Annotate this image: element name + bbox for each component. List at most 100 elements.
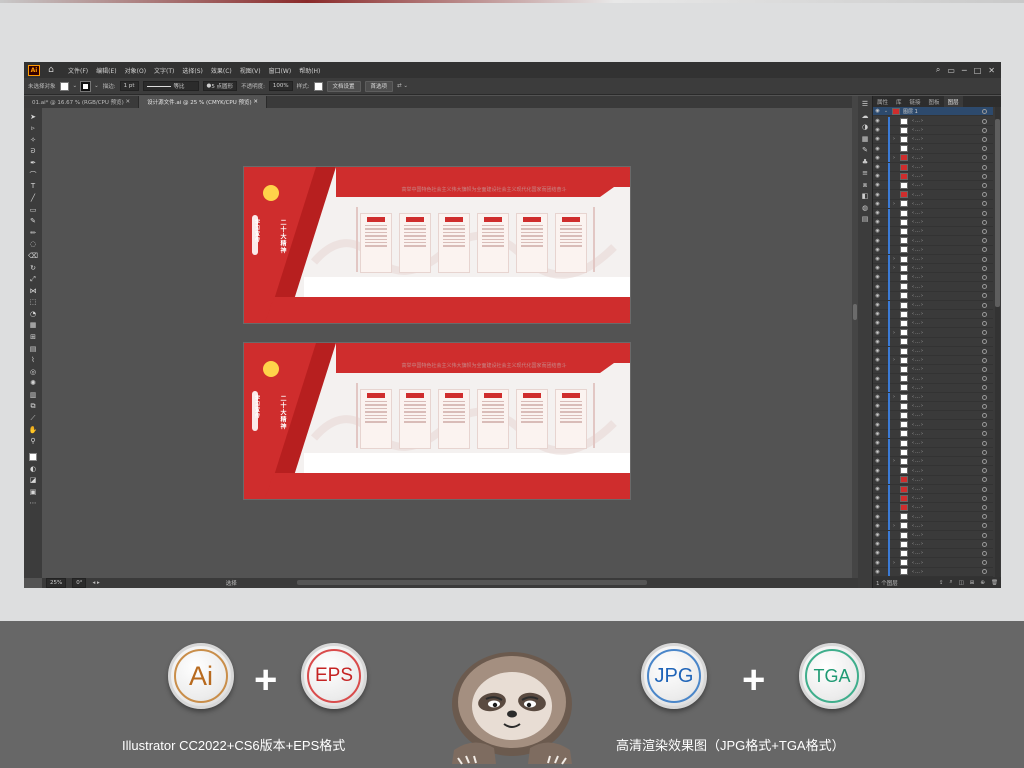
layer-row[interactable]: ◉ ‹…› — [873, 466, 993, 476]
target-icon[interactable] — [982, 274, 987, 280]
eye-icon[interactable]: ◉ — [873, 210, 882, 216]
opacity-input[interactable]: 100% — [268, 81, 293, 91]
eye-icon[interactable]: ◉ — [873, 495, 882, 501]
layer-row[interactable]: ◉ › ‹…› — [873, 521, 993, 531]
layer-row[interactable]: ◉ › ‹…› — [873, 392, 993, 402]
menu-window[interactable]: 窗口(W) — [265, 66, 296, 75]
delete-layer-icon[interactable]: 🗑 — [991, 580, 998, 586]
eye-icon[interactable]: ◉ — [873, 366, 882, 372]
eye-icon[interactable]: ◉ — [873, 311, 882, 317]
eye-icon[interactable]: ◉ — [873, 136, 882, 142]
eye-icon[interactable]: ◉ — [873, 422, 882, 428]
eye-icon[interactable]: ◉ — [873, 293, 882, 299]
eye-icon[interactable]: ◉ — [873, 256, 882, 262]
eye-icon[interactable]: ◉ — [873, 357, 882, 363]
tab-document-2[interactable]: 设计源文件.ai @ 25 % (CMYK/CPU 预览) ✕ — [139, 96, 268, 108]
target-icon[interactable] — [982, 348, 987, 354]
target-icon[interactable] — [982, 468, 987, 474]
layer-row[interactable]: ◉ ‹…› — [873, 401, 993, 412]
target-icon[interactable] — [982, 136, 987, 142]
layer-row[interactable]: ◉ ‹…› — [873, 567, 993, 577]
layer-row[interactable]: ◉ › ‹…› — [873, 456, 993, 467]
target-icon[interactable] — [982, 320, 987, 326]
menu-object[interactable]: 对象(O) — [121, 66, 150, 75]
layer-row[interactable]: ◉ ‹…› — [873, 447, 993, 458]
layer-row[interactable]: ◉ ‹…› — [873, 493, 993, 504]
layer-row[interactable]: ◉ › ‹…› — [873, 153, 993, 163]
screen-mode-icon[interactable]: ▣ — [27, 486, 39, 498]
variable-width-select[interactable]: 等比 — [142, 81, 199, 91]
layer-row[interactable]: ◉ › ‹…› — [873, 558, 993, 568]
chevron-down-icon[interactable]: ⌄ — [73, 83, 78, 89]
layer-row[interactable]: ◉ ‹…› — [873, 410, 993, 421]
target-icon[interactable] — [982, 412, 987, 418]
eye-icon[interactable]: ◉ — [873, 201, 882, 207]
eyedropper-icon[interactable]: ⌇ — [27, 354, 39, 366]
layer-row[interactable]: ◉ ‹…› — [873, 245, 993, 255]
eye-icon[interactable]: ◉ — [873, 192, 882, 198]
chevron-down-icon[interactable]: ⌄ — [882, 108, 890, 114]
tab-properties[interactable]: 属性 — [873, 96, 892, 107]
width-tool-icon[interactable]: ⋈ — [27, 285, 39, 297]
chevron-right-icon[interactable]: › — [890, 330, 898, 336]
layer-row[interactable]: ◉ ‹…› — [873, 484, 993, 494]
layer-row[interactable]: ◉ ‹…› — [873, 346, 993, 356]
paintbrush-icon[interactable]: ✎ — [27, 215, 39, 227]
chevron-right-icon[interactable]: › — [890, 256, 898, 262]
new-layer-icon[interactable]: ⊕ — [980, 580, 985, 586]
free-transform-icon[interactable]: ⬚ — [27, 297, 39, 309]
layer-row[interactable]: ◉ ‹…› — [873, 475, 993, 485]
layer-row[interactable]: ◉ ‹…› — [873, 429, 993, 439]
appearance-panel-icon[interactable]: ◍ — [862, 204, 868, 216]
chevron-right-icon[interactable]: › — [890, 136, 898, 142]
layer-row[interactable]: ◉ ‹…› — [873, 318, 993, 329]
target-icon[interactable] — [982, 108, 987, 114]
target-icon[interactable] — [982, 440, 987, 446]
layer-row[interactable]: ◉ ‹…› — [873, 291, 993, 301]
shape-builder-icon[interactable]: ◔ — [27, 308, 39, 320]
layer-row[interactable]: ◉ ‹…› — [873, 226, 993, 237]
eye-icon[interactable]: ◉ — [873, 541, 882, 547]
new-sublayer-icon[interactable]: ⊞ — [970, 580, 975, 586]
layer-row[interactable]: ◉ › ‹…› — [873, 134, 993, 145]
menu-effect[interactable]: 效果(C) — [207, 66, 236, 75]
chevron-right-icon[interactable]: › — [890, 523, 898, 529]
artboard-2[interactable]: 高举中国特色社会主义伟大旗帜为全面建设社会主义现代化国家而团结奋斗 二十大精神 … — [243, 342, 631, 500]
scroll-thumb[interactable] — [853, 304, 857, 320]
layer-row[interactable]: ◉ › ‹…› — [873, 263, 993, 274]
direct-selection-tool-icon[interactable]: ▹ — [27, 123, 39, 135]
eye-icon[interactable]: ◉ — [873, 550, 882, 556]
document-setup-button[interactable]: 文档设置 — [326, 80, 361, 92]
layer-row[interactable]: ◉ ‹…› — [873, 116, 993, 126]
zoom-tool-icon[interactable]: ⚲ — [27, 436, 39, 448]
eye-icon[interactable]: ◉ — [873, 219, 882, 225]
target-icon[interactable] — [982, 219, 987, 225]
home-icon[interactable]: ⌂ — [44, 65, 58, 75]
target-icon[interactable] — [982, 265, 987, 271]
eye-icon[interactable]: ◉ — [873, 394, 882, 400]
slice-tool-icon[interactable]: ⟋ — [27, 412, 39, 424]
target-icon[interactable] — [982, 385, 987, 391]
target-icon[interactable] — [982, 514, 987, 520]
target-icon[interactable] — [982, 376, 987, 382]
layer-row[interactable]: ◉ ‹…› — [873, 282, 993, 292]
eye-icon[interactable]: ◉ — [873, 523, 882, 529]
eye-icon[interactable]: ◉ — [873, 449, 882, 455]
eye-icon[interactable]: ◉ — [873, 385, 882, 391]
blend-tool-icon[interactable]: ◎ — [27, 366, 39, 378]
canvas-area[interactable]: 高举中国特色社会主义伟大旗帜为全面建设社会主义现代化国家而团结奋斗 二十大精神 … — [42, 108, 852, 578]
zoom-select[interactable]: 25% — [46, 578, 67, 588]
rectangle-tool-icon[interactable]: ▭ — [27, 204, 39, 216]
target-icon[interactable] — [982, 238, 987, 244]
eye-icon[interactable]: ◉ — [873, 155, 882, 161]
hand-tool-icon[interactable]: ✋ — [27, 424, 39, 436]
target-icon[interactable] — [982, 146, 987, 152]
menu-file[interactable]: 文件(F) — [64, 66, 92, 75]
eye-icon[interactable]: ◉ — [873, 514, 882, 520]
chevron-right-icon[interactable]: › — [890, 394, 898, 400]
stroke-swatch[interactable] — [80, 80, 92, 92]
target-icon[interactable] — [982, 284, 987, 290]
menu-edit[interactable]: 编辑(E) — [92, 66, 120, 75]
chevron-down-icon[interactable]: ⌄ — [94, 83, 99, 89]
layer-row[interactable]: ◉ ‹…› — [873, 180, 993, 191]
